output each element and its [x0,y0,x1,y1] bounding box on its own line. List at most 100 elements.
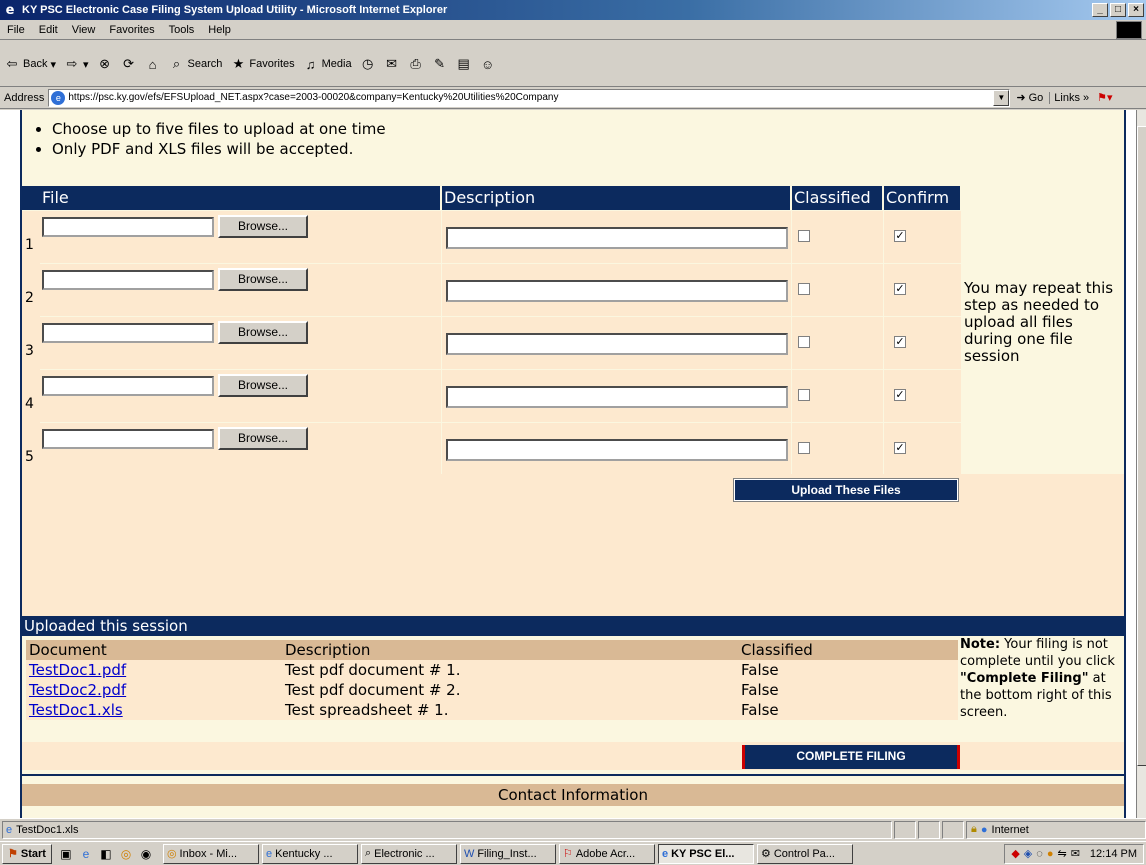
task-button[interactable]: ⌕ Electronic ... [360,843,457,864]
forward-button[interactable]: ⇨ ▾ [64,56,89,72]
description-input[interactable] [446,280,788,302]
browse-button[interactable]: Browse... [218,427,308,450]
document-classified: False [741,701,779,719]
file-path-input[interactable] [42,429,214,449]
browse-button[interactable]: Browse... [218,374,308,397]
task-button[interactable]: W Filing_Inst... [459,843,556,864]
classified-cell [792,423,884,476]
menu-tools[interactable]: Tools [162,24,202,36]
menu-favorites[interactable]: Favorites [102,24,161,36]
links-button[interactable]: Links » [1049,91,1093,104]
ie-icon[interactable]: e [78,846,94,862]
contact-heading: Contact Information [22,784,1124,806]
menu-edit[interactable]: Edit [32,24,65,36]
edit-icon[interactable]: ✎ [432,56,448,72]
classified-checkbox[interactable] [798,283,810,295]
maximize-button[interactable]: □ [1110,3,1126,17]
document-link[interactable]: TestDoc1.xls [29,701,123,719]
description-input[interactable] [446,386,788,408]
browse-button[interactable]: Browse... [218,268,308,291]
document-link[interactable]: TestDoc1.pdf [29,661,126,679]
scrollbar-thumb[interactable] [1137,126,1146,766]
task-label: Adobe Acr... [575,847,636,860]
confirm-checkbox[interactable]: ✓ [894,336,906,348]
address-input[interactable]: e https://psc.ky.gov/efs/EFSUpload_NET.a… [48,88,1011,107]
network-icon[interactable]: ⇋ [1057,847,1066,860]
search-icon: ⌕ [364,847,372,859]
browse-button[interactable]: Browse... [218,215,308,238]
file-path-input[interactable] [42,376,214,396]
home-icon[interactable]: ⌂ [145,56,161,72]
menu-view[interactable]: View [65,24,103,36]
document-link[interactable]: TestDoc2.pdf [29,681,126,699]
history-icon[interactable]: ◷ [360,56,376,72]
upload-files-button[interactable]: Upload These Files [733,478,959,502]
confirm-checkbox[interactable]: ✓ [894,389,906,401]
favorites-button[interactable]: ★ Favorites [230,56,295,72]
tray-icon[interactable]: ◆ [1011,847,1019,860]
acrobat-icon[interactable]: ⚑▾ [1093,91,1112,104]
search-button[interactable]: ⌕ Search [169,56,223,72]
shield-icon[interactable]: ◈ [1024,847,1032,860]
row-number: 5 [22,423,40,476]
classified-checkbox[interactable] [798,336,810,348]
description-input[interactable] [446,333,788,355]
task-label: Filing_Inst... [477,847,537,860]
task-button[interactable]: ⚐ Adobe Acr... [558,843,655,864]
description-input[interactable] [446,227,788,249]
task-button[interactable]: ◎ Inbox - Mi... [162,843,259,864]
status-panel [942,820,964,839]
desktop-icon[interactable]: ▣ [58,846,74,862]
confirm-cell: ✓ [884,370,962,423]
classified-checkbox[interactable] [798,442,810,454]
file-path-input[interactable] [42,217,214,237]
classified-checkbox[interactable] [798,389,810,401]
search-label: Search [187,58,223,70]
menu-file[interactable]: File [0,24,32,36]
complete-filing-button[interactable]: COMPLETE FILING [742,745,960,769]
go-arrow-icon: ➜ [1016,92,1026,104]
upload-table-header: File Description Classified Confirm [22,186,962,210]
task-button-active[interactable]: e KY PSC El... [657,843,754,864]
browse-button[interactable]: Browse... [218,321,308,344]
file-path-input[interactable] [42,270,214,290]
address-dropdown[interactable]: ▼ [993,89,1010,106]
task-button[interactable]: ⚙ Control Pa... [756,843,853,864]
media-player-icon[interactable]: ◉ [138,846,154,862]
task-button[interactable]: e Kentucky ... [261,843,358,864]
go-button[interactable]: ➜ Go [1010,91,1049,105]
address-label: Address [4,91,45,104]
back-button[interactable]: ⇦ Back ▾ [4,56,56,72]
tray-icon[interactable]: ◌ [1036,848,1043,860]
classified-checkbox[interactable] [798,230,810,242]
close-button[interactable]: × [1128,3,1144,17]
file-path-input[interactable] [42,323,214,343]
confirm-checkbox[interactable]: ✓ [894,283,906,295]
description-cell [442,423,792,476]
start-button[interactable]: ⚑ Start [2,843,52,864]
messenger-icon[interactable]: ☺ [480,56,496,72]
media-button[interactable]: ♫ Media [303,56,352,72]
minimize-button[interactable]: _ [1092,3,1108,17]
address-bar: Address e https://psc.ky.gov/efs/EFSUplo… [0,87,1146,109]
vertical-scrollbar[interactable] [1136,110,1146,818]
header-rownum [22,186,40,210]
confirm-checkbox[interactable]: ✓ [894,230,906,242]
description-input[interactable] [446,439,788,461]
divider [22,774,1124,776]
refresh-icon[interactable]: ⟳ [121,56,137,72]
explorer-icon[interactable]: ◧ [98,846,114,862]
print-icon[interactable]: ⎙ [408,56,424,72]
mail-icon[interactable]: ✉ [384,56,400,72]
discuss-icon[interactable]: ▤ [456,56,472,72]
outlook-icon[interactable]: ◎ [118,846,134,862]
menu-help[interactable]: Help [201,24,238,36]
media-icon: ♫ [305,56,316,72]
stop-icon[interactable]: ⊗ [97,56,113,72]
status-text: TestDoc1.xls [16,823,79,836]
classified-cell [792,317,884,370]
confirm-checkbox[interactable]: ✓ [894,442,906,454]
page-icon: e [51,90,66,105]
mail-icon[interactable]: ✉ [1071,847,1080,860]
tray-icon[interactable]: ● [1047,848,1054,860]
